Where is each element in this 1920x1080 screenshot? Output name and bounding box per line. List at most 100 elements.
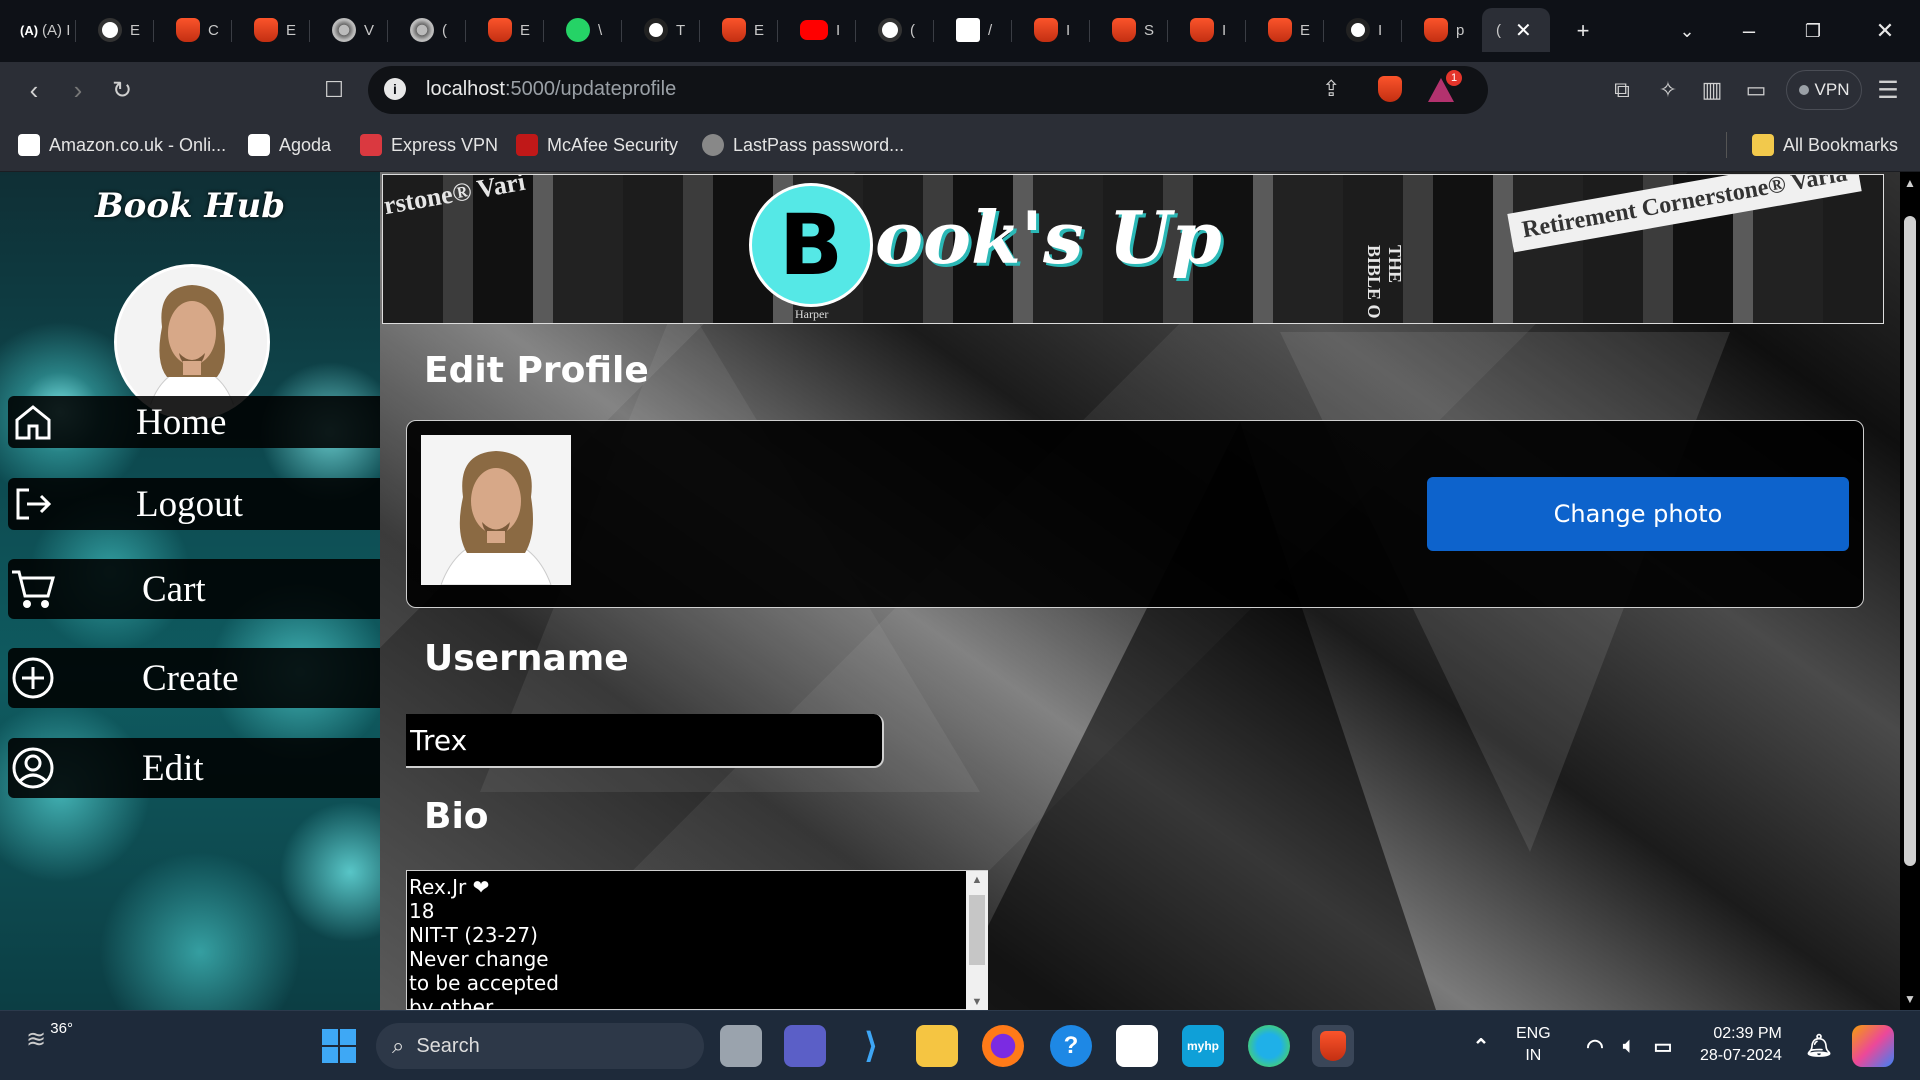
bio-scrollbar[interactable]: ▲ ▼ <box>966 871 988 1010</box>
taskbar-search[interactable]: ⌕ Search <box>376 1023 704 1069</box>
browser-tab[interactable]: V <box>318 8 388 52</box>
browser-tab[interactable]: E <box>84 8 154 52</box>
browser-tab[interactable]: I <box>1332 8 1402 52</box>
home-icon <box>8 397 58 447</box>
browser-tab-active[interactable]: (✕ <box>1482 8 1550 52</box>
brave-icon <box>722 18 746 42</box>
username-input[interactable] <box>406 714 884 768</box>
nav-create[interactable]: Create <box>8 648 380 708</box>
scroll-up-arrow-icon[interactable]: ▲ <box>966 871 988 889</box>
browser-tab[interactable]: I <box>1176 8 1246 52</box>
browser-tab-strip: (A) (A) I E C E V ( E \ T E I ( / I S I E… <box>0 0 1920 62</box>
close-tab-icon[interactable]: ✕ <box>1515 18 1532 43</box>
clock[interactable]: 02:39 PM 28-07-2024 <box>1700 1023 1782 1067</box>
vscode-icon[interactable]: ⟩ <box>850 1025 892 1067</box>
close-window-button[interactable]: ✕ <box>1862 8 1908 54</box>
sidebar: Book Hub Home Logout Cart Create Edit <box>0 172 380 1010</box>
site-logo[interactable]: B <box>749 183 873 307</box>
extensions-icon[interactable]: ⧉ <box>1604 72 1640 108</box>
main-content: rstone® Vari THE BIBLE O Retirement Corn… <box>380 172 1920 1010</box>
vpn-button[interactable]: VPN <box>1786 70 1862 110</box>
wallet-icon[interactable]: ▭ <box>1738 72 1774 108</box>
leo-ai-icon[interactable]: ✧ <box>1650 72 1686 108</box>
reload-icon[interactable]: ↻ <box>104 72 140 108</box>
scroll-down-arrow-icon[interactable]: ▼ <box>1900 992 1920 1006</box>
scroll-down-arrow-icon[interactable]: ▼ <box>966 993 988 1010</box>
scrollbar-thumb[interactable] <box>969 895 985 965</box>
chevron-up-icon[interactable]: ⌃ <box>1460 1025 1502 1067</box>
browser-tab[interactable]: E <box>474 8 544 52</box>
browser-tab[interactable]: C <box>162 8 232 52</box>
weather-widget[interactable]: ≋ 36° <box>26 1020 73 1054</box>
sidebar-toggle-icon[interactable]: ▥ <box>1694 72 1730 108</box>
brave-shields-icon[interactable] <box>1378 76 1402 102</box>
bookmark-mcafee[interactable]: McAfee Security <box>516 132 678 158</box>
search-icon: ⌕ <box>392 1033 405 1058</box>
browser-tab[interactable]: p <box>1410 8 1480 52</box>
windows-start-icon[interactable] <box>318 1025 360 1067</box>
browser-tab[interactable]: I <box>786 8 856 52</box>
firefox-icon[interactable] <box>982 1025 1024 1067</box>
notification-bell-icon[interactable]: 🔔︎ <box>1798 1025 1840 1067</box>
browser-tab[interactable]: \ <box>552 8 622 52</box>
profile-photo <box>421 435 571 585</box>
brave-icon <box>1112 18 1136 42</box>
brave-browser-icon[interactable] <box>1312 1025 1354 1067</box>
scrollbar-thumb[interactable] <box>1904 216 1916 866</box>
bookmark-agoda[interactable]: Agoda <box>248 132 331 158</box>
file-explorer-icon[interactable] <box>916 1025 958 1067</box>
browser-tab[interactable]: ( <box>864 8 934 52</box>
nav-cart[interactable]: Cart <box>8 559 380 619</box>
browser-tab[interactable]: ( <box>396 8 466 52</box>
brand-logo: Book Hub <box>94 186 286 226</box>
bookmark-lastpass[interactable]: LastPass password... <box>702 132 904 158</box>
share-icon[interactable]: ⇪ <box>1322 76 1340 102</box>
whatsapp-icon <box>566 18 590 42</box>
bookmark-icon[interactable]: ☐ <box>316 72 352 108</box>
battery-icon[interactable]: ▭ <box>1642 1025 1684 1067</box>
github-icon <box>1346 18 1370 42</box>
edge-icon[interactable] <box>1248 1025 1290 1067</box>
all-bookmarks-folder[interactable]: All Bookmarks <box>1752 132 1898 158</box>
restore-button[interactable]: ❐ <box>1790 8 1836 54</box>
browser-tab[interactable]: S <box>1098 8 1168 52</box>
tab-search-chevron-icon[interactable]: ⌄ <box>1664 8 1710 54</box>
microsoft-store-icon[interactable] <box>1116 1025 1158 1067</box>
change-photo-button[interactable]: Change photo <box>1427 477 1849 551</box>
myhp-icon[interactable]: myhp <box>1182 1025 1224 1067</box>
logout-icon <box>8 479 58 529</box>
browser-tab[interactable]: E <box>708 8 778 52</box>
site-info-icon[interactable]: i <box>384 78 406 100</box>
back-arrow-icon[interactable]: ‹ <box>16 72 52 108</box>
browser-tab[interactable]: E <box>1254 8 1324 52</box>
url-text: localhost:5000/updateprofile <box>426 78 677 100</box>
bookmark-expressvpn[interactable]: Express VPN <box>360 132 498 158</box>
github-icon <box>644 18 668 42</box>
nav-edit[interactable]: Edit <box>8 738 380 798</box>
minimize-button[interactable]: – <box>1726 8 1772 54</box>
browser-tab[interactable]: E <box>240 8 310 52</box>
copilot-icon[interactable] <box>1852 1025 1894 1067</box>
bookmark-amazon[interactable]: Amazon.co.uk - Onli... <box>18 132 226 158</box>
help-icon[interactable]: ? <box>1050 1025 1092 1067</box>
browser-tab[interactable]: I <box>1020 8 1090 52</box>
language-indicator[interactable]: ENG IN <box>1516 1023 1551 1067</box>
browser-tab[interactable]: (A) (A) I <box>6 8 76 52</box>
nav-logout[interactable]: Logout <box>8 478 380 530</box>
browser-tab[interactable]: / <box>942 8 1012 52</box>
browser-tab[interactable]: T <box>630 8 700 52</box>
windows-taskbar: ≋ 36° ⌕ Search ⟩ ? myhp ⌃ ENG IN ◠ 🔈︎ ▭ … <box>0 1010 1920 1080</box>
menu-icon[interactable]: ☰ <box>1870 72 1906 108</box>
nav-home[interactable]: Home <box>8 396 380 448</box>
task-view-icon[interactable] <box>720 1025 762 1067</box>
chatgpt-icon <box>98 18 122 42</box>
teams-chat-icon[interactable] <box>784 1025 826 1067</box>
page-scrollbar[interactable]: ▲ ▼ <box>1900 172 1920 1010</box>
forward-arrow-icon[interactable]: › <box>60 72 96 108</box>
new-tab-button[interactable]: + <box>1560 8 1606 54</box>
address-bar[interactable]: i localhost:5000/updateprofile ⇪ 1 <box>368 66 1488 114</box>
user-circle-icon <box>8 743 58 793</box>
scroll-up-arrow-icon[interactable]: ▲ <box>1900 176 1920 190</box>
bio-textarea[interactable]: Rex.Jr ❤ 18 NIT-T (23-27) Never change t… <box>406 870 988 1010</box>
youtube-icon <box>800 20 828 40</box>
